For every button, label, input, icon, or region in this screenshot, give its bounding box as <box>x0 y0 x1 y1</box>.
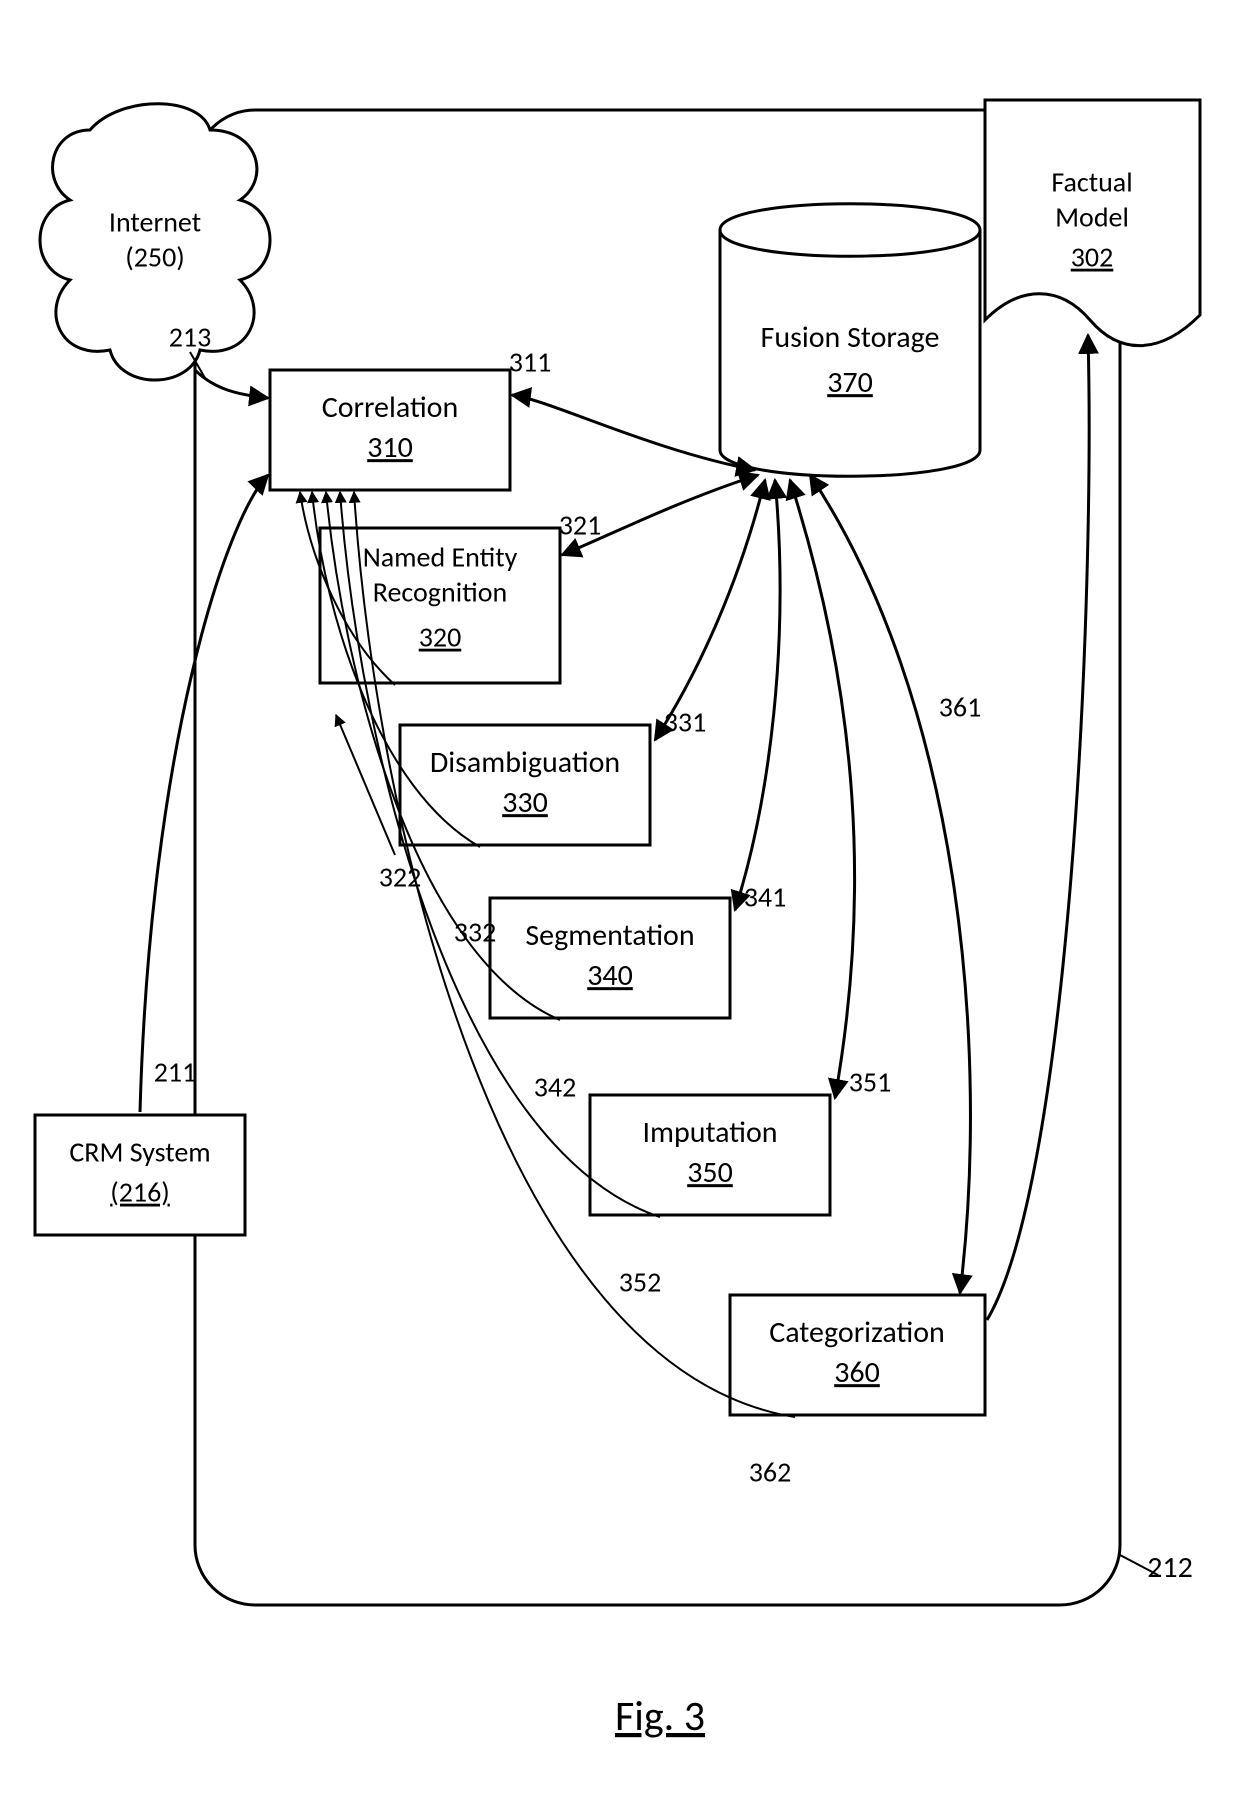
correlation-label: Correlation <box>322 389 459 426</box>
imputation-ref: 350 <box>687 1154 733 1191</box>
ner-ref: 320 <box>419 620 462 655</box>
imputation-label: Imputation <box>642 1114 777 1151</box>
fb-322-label: 322 <box>379 860 422 895</box>
factual-model-shape: Factual Model 302 <box>985 100 1200 346</box>
internet-cloud: Internet (250) <box>40 104 270 380</box>
edge-storage-disamb <box>655 480 765 740</box>
ner-label-1: Named Entity <box>363 540 518 575</box>
crm-box: CRM System (216) <box>35 1115 245 1235</box>
diagram-stage: 212 Internet (250) CRM System (216) Fact… <box>0 0 1240 1817</box>
factual-ref: 302 <box>1071 240 1114 275</box>
stage-imputation: Imputation 350 <box>590 1095 830 1215</box>
edge-internet-correlation <box>195 370 268 398</box>
stage-disambiguation: Disambiguation 330 <box>400 725 650 845</box>
storage-label: Fusion Storage <box>761 319 940 356</box>
internet-ref: (250) <box>125 240 185 275</box>
fb-332-label: 332 <box>454 915 497 950</box>
crm-ref: (216) <box>110 1175 170 1210</box>
edge-storage-cat <box>810 475 970 1293</box>
ner-label-2: Recognition <box>373 575 507 610</box>
edge-213-label: 213 <box>169 320 212 355</box>
stage-correlation: Correlation 310 <box>270 370 510 490</box>
container-ref: 212 <box>1147 1549 1193 1586</box>
stage-categorization: Categorization 360 <box>730 1295 985 1415</box>
edge-cat-factual <box>987 335 1089 1320</box>
categorization-ref: 360 <box>834 1354 880 1391</box>
crm-label: CRM System <box>69 1135 210 1170</box>
fusion-storage: Fusion Storage 370 <box>720 204 980 477</box>
edge-storage-seg <box>735 480 780 910</box>
edge-361-label: 361 <box>939 690 982 725</box>
internet-label: Internet <box>109 205 201 240</box>
fb-342-label: 342 <box>534 1070 577 1105</box>
edge-331-label: 331 <box>664 705 707 740</box>
edge-311-label: 311 <box>509 345 552 380</box>
correlation-ref: 310 <box>367 429 413 466</box>
storage-ref: 370 <box>827 364 873 401</box>
figure-label: Fig. 3 <box>615 1691 705 1742</box>
edge-321-label: 321 <box>559 508 602 543</box>
categorization-label: Categorization <box>769 1314 945 1351</box>
fb-322-leader <box>336 715 395 855</box>
segmentation-label: Segmentation <box>525 917 694 954</box>
fb-352-label: 352 <box>619 1265 662 1300</box>
disambiguation-ref: 330 <box>502 784 548 821</box>
stage-ner: Named Entity Recognition 320 <box>320 528 560 683</box>
factual-label-1: Factual <box>1051 165 1132 200</box>
edge-351-label: 351 <box>849 1065 892 1100</box>
fb-362-label: 362 <box>749 1455 792 1490</box>
factual-label-2: Model <box>1055 200 1129 235</box>
segmentation-ref: 340 <box>587 957 633 994</box>
disambiguation-label: Disambiguation <box>430 744 620 781</box>
edge-crm-correlation <box>140 475 268 1112</box>
edge-341-label: 341 <box>744 880 787 915</box>
edge-211-label: 211 <box>154 1055 197 1090</box>
edge-storage-imp <box>790 480 855 1098</box>
